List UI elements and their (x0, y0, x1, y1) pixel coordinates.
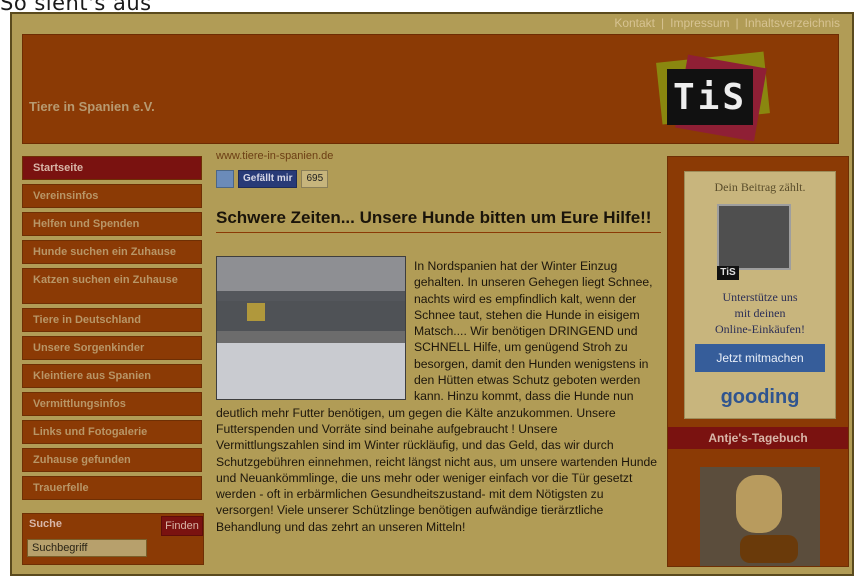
sidebar-item-zuhause-gefunden[interactable]: Zuhause gefunden (22, 448, 202, 472)
ad-dog-image (717, 204, 791, 270)
ad-cta-button[interactable]: Jetzt mitmachen (695, 344, 825, 372)
sidebar-item-links-und-fotogalerie[interactable]: Links und Fotogalerie (22, 420, 202, 444)
post-body: In Nordspanien hat der Winter Einzug geh… (216, 258, 661, 535)
top-link-impressum[interactable]: Impressum (670, 16, 729, 30)
top-link-inhaltsverzeichnis[interactable]: Inhaltsverzeichnis (745, 16, 840, 30)
logo-text: TiS (667, 69, 753, 125)
site-logo[interactable]: TiS (656, 51, 777, 142)
facebook-like-button[interactable]: Gefällt mir (238, 170, 298, 188)
sidebar-item-hunde-suchen-ein-zuhause[interactable]: Hunde suchen ein Zuhause (22, 240, 202, 264)
sidebar-item-trauerfelle[interactable]: Trauerfelle (22, 476, 202, 500)
ad-line-1: Unterstütze uns (722, 290, 798, 304)
ad-logo-badge: TiS (717, 266, 739, 280)
sidebar-item-helfen-und-spenden[interactable]: Helfen und Spenden (22, 212, 202, 236)
top-link-kontakt[interactable]: Kontakt (614, 16, 655, 30)
twitter-icon[interactable] (216, 170, 234, 188)
diary-photo[interactable] (700, 467, 820, 566)
top-separator: | (735, 16, 739, 30)
ad-line-3: Online-Einkäufen! (715, 322, 805, 336)
top-navigation: Kontakt | Impressum | Inhaltsverzeichnis (614, 16, 840, 30)
post-title: Schwere Zeiten... Unsere Hunde bitten um… (216, 209, 661, 233)
site-title[interactable]: Tiere in Spanien e.V. (29, 99, 155, 114)
image-float-spacer (216, 258, 414, 400)
sidebar-navigation: Startseite Vereinsinfos Helfen und Spend… (22, 156, 202, 504)
ad-line-2: mit deinen (734, 306, 786, 320)
sidebar-item-unsere-sorgenkinder[interactable]: Unsere Sorgenkinder (22, 336, 202, 360)
search-panel: Suche Finden Suchbegriff (22, 513, 204, 565)
gooding-ad[interactable]: Dein Beitrag zählt. TiS Unterstütze uns … (684, 171, 836, 419)
diary-person-face (736, 475, 782, 533)
sidebar-item-startseite[interactable]: Startseite (22, 156, 202, 180)
sidebar-item-vermittlungsinfos[interactable]: Vermittlungsinfos (22, 392, 202, 416)
site-header: Tiere in Spanien e.V. TiS (22, 34, 839, 144)
search-input[interactable]: Suchbegriff (27, 539, 147, 557)
diary-title[interactable]: Antje's-Tagebuch (668, 427, 848, 449)
sidebar-item-tiere-in-deutschland[interactable]: Tiere in Deutschland (22, 308, 202, 332)
like-count: 695 (301, 170, 329, 188)
sidebar-item-kleintiere-aus-spanien[interactable]: Kleintiere aus Spanien (22, 364, 202, 388)
top-separator: | (661, 16, 665, 30)
main-content: www.tiere-in-spanien.de Gefällt mir 695 … (216, 150, 666, 565)
search-title: Suche (29, 518, 63, 530)
search-button[interactable]: Finden (161, 516, 203, 536)
social-row: Gefällt mir 695 (216, 170, 329, 188)
diary-dog (740, 535, 798, 563)
site-url[interactable]: www.tiere-in-spanien.de (216, 150, 333, 162)
ad-top-text: Dein Beitrag zählt. (714, 180, 806, 194)
sidebar-item-katzen-suchen-ein-zuhause[interactable]: Katzen suchen ein Zuhause (22, 268, 202, 304)
right-sidebar: Dein Beitrag zählt. TiS Unterstütze uns … (667, 156, 849, 567)
sidebar-item-vereinsinfos[interactable]: Vereinsinfos (22, 184, 202, 208)
ad-brand[interactable]: gooding (685, 386, 835, 409)
